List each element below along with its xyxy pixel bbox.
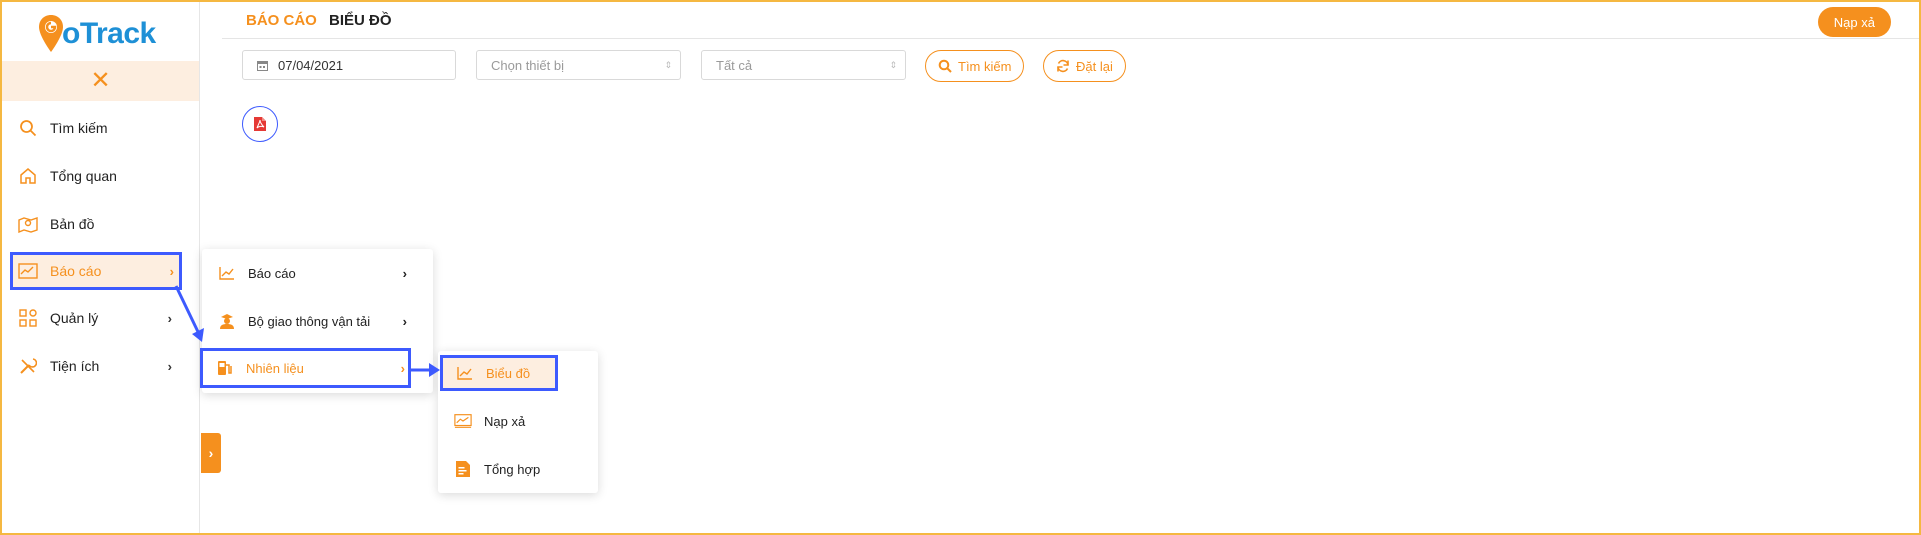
sidebar-item-reports[interactable]: Báo cáo › bbox=[10, 252, 182, 290]
chevron-right-icon: › bbox=[402, 265, 407, 281]
search-button-label: Tìm kiếm bbox=[958, 58, 1012, 74]
chevron-right-icon: › bbox=[169, 263, 174, 279]
scope-select[interactable]: Tất cả ⇕ bbox=[701, 50, 906, 80]
sidebar-item-overview[interactable]: Tổng quan bbox=[10, 158, 180, 194]
chevron-right-icon: › bbox=[400, 360, 405, 376]
annotation-arrow bbox=[174, 285, 204, 342]
sidebar-item-label: Tiện ích bbox=[50, 358, 100, 374]
submenu-item-reports[interactable]: Báo cáo › bbox=[202, 253, 433, 293]
line-chart-icon bbox=[218, 264, 236, 282]
submenu-item-label: Nhiên liệu bbox=[246, 360, 304, 376]
sidebar-item-search[interactable]: Tìm kiếm bbox=[10, 110, 180, 146]
chevron-right-icon: › bbox=[402, 313, 407, 329]
device-select-placeholder: Chọn thiết bị bbox=[491, 57, 564, 73]
top-bar: BÁO CÁO BIỂU ĐỒ Nạp xả bbox=[222, 2, 1919, 39]
sidebar-item-map[interactable]: Bản đồ bbox=[10, 206, 180, 242]
sidebar-item-label: Quản lý bbox=[50, 310, 99, 326]
brand-o: o bbox=[62, 17, 80, 50]
officer-icon bbox=[218, 312, 236, 330]
line-chart-icon bbox=[456, 364, 474, 382]
submenu-item-fuel[interactable]: Nhiên liệu › bbox=[200, 348, 411, 388]
sidebar-item-label: Tìm kiếm bbox=[50, 120, 108, 136]
calendar-icon bbox=[257, 60, 268, 71]
submenu-item-label: Bộ giao thông vận tải bbox=[248, 313, 371, 329]
submenu-item-summary[interactable]: Tổng hợp bbox=[438, 449, 598, 489]
gotrack-logo[interactable]: oTrack bbox=[38, 10, 156, 58]
submenu-item-charge-discharge[interactable]: Nạp xả bbox=[438, 401, 598, 441]
reset-button-label: Đặt lại bbox=[1076, 58, 1113, 74]
monitor-chart-icon bbox=[454, 412, 472, 430]
sidebar-item-label: Bản đồ bbox=[50, 216, 95, 232]
submenu-item-label: Biểu đồ bbox=[486, 365, 531, 381]
charge-discharge-button[interactable]: Nạp xả bbox=[1817, 7, 1891, 37]
location-pin-icon bbox=[39, 15, 63, 52]
summary-doc-icon bbox=[454, 460, 472, 478]
refresh-icon bbox=[1057, 59, 1069, 73]
sidebar: oTrack ✕ Tìm kiếm Tổng quan Bản đồ Báo c… bbox=[2, 2, 200, 533]
sidebar-item-label: Báo cáo bbox=[50, 263, 102, 279]
reset-button[interactable]: Đặt lại bbox=[1043, 50, 1126, 82]
pdf-icon bbox=[254, 117, 266, 131]
brand-name: oTrack bbox=[62, 17, 156, 51]
submenu-item-label: Báo cáo bbox=[248, 265, 296, 281]
chevron-right-icon: › bbox=[208, 445, 214, 461]
device-select[interactable]: Chọn thiết bị ⇕ bbox=[476, 50, 681, 80]
reports-submenu: Báo cáo › Bộ giao thông vận tải › Nhiên … bbox=[200, 249, 433, 393]
page-title: BIỂU ĐỒ bbox=[329, 12, 392, 29]
fuel-submenu: Biểu đồ Nạp xả Tổng hợp bbox=[438, 351, 598, 493]
chart-icon bbox=[18, 261, 38, 281]
sidebar-item-label: Tổng quan bbox=[50, 168, 117, 184]
home-icon bbox=[18, 166, 38, 186]
sidebar-collapse-bar[interactable]: ✕ bbox=[2, 61, 199, 101]
submenu-item-label: Tổng hợp bbox=[484, 461, 541, 477]
date-value: 07/04/2021 bbox=[278, 57, 344, 73]
breadcrumb-section[interactable]: BÁO CÁO bbox=[246, 12, 317, 29]
sidebar-expand-tab[interactable]: › bbox=[201, 433, 221, 473]
submenu-item-label: Nạp xả bbox=[484, 413, 526, 429]
sidebar-item-utilities[interactable]: Tiện ích › bbox=[10, 348, 180, 384]
search-icon bbox=[18, 118, 38, 138]
map-icon bbox=[18, 214, 38, 234]
submenu-item-transport-ministry[interactable]: Bộ giao thông vận tải › bbox=[202, 301, 433, 341]
fuel-icon bbox=[216, 359, 234, 377]
search-icon bbox=[938, 59, 952, 73]
submenu-item-chart[interactable]: Biểu đồ bbox=[440, 355, 558, 391]
date-picker[interactable]: 07/04/2021 bbox=[242, 50, 456, 80]
brand-rest: Track bbox=[79, 17, 156, 50]
tools-icon bbox=[18, 356, 38, 376]
breadcrumb: BÁO CÁO BIỂU ĐỒ bbox=[246, 12, 392, 29]
chevron-right-icon: › bbox=[167, 358, 172, 374]
export-pdf-button[interactable] bbox=[242, 106, 278, 142]
scope-select-placeholder: Tất cả bbox=[716, 57, 753, 73]
sidebar-item-manage[interactable]: Quản lý › bbox=[10, 300, 180, 336]
sort-caret-icon: ⇕ bbox=[664, 59, 672, 70]
sort-caret-icon: ⇕ bbox=[889, 59, 897, 70]
search-button[interactable]: Tìm kiếm bbox=[925, 50, 1025, 82]
close-icon[interactable]: ✕ bbox=[90, 69, 110, 93]
grid-icon bbox=[18, 308, 38, 328]
annotation-arrow bbox=[408, 363, 440, 377]
